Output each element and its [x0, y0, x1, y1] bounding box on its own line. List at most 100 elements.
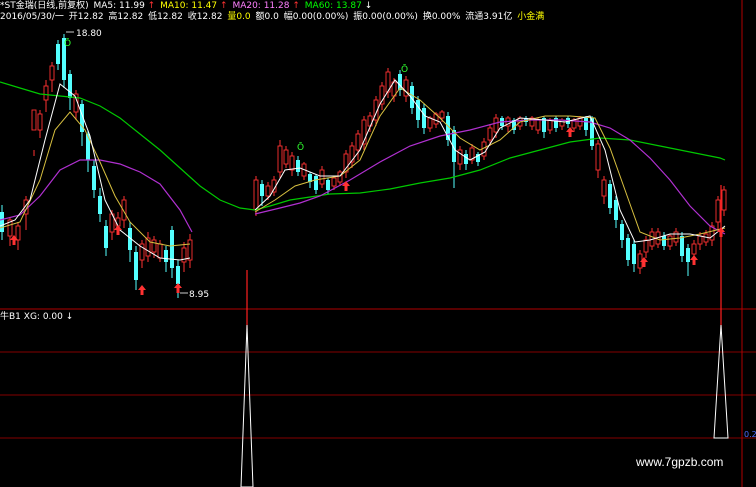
- candle-body: [691, 243, 697, 255]
- candle-body: [277, 145, 283, 173]
- candlestick: [721, 186, 727, 216]
- candlestick: [715, 196, 721, 230]
- candlestick: [343, 150, 349, 178]
- buy-arrow-icon: [174, 283, 182, 293]
- buy-arrow-icon: [342, 181, 350, 191]
- top-marker-icon: Ō: [297, 142, 304, 153]
- candlestick: [337, 170, 343, 186]
- candle-body: [715, 199, 721, 223]
- candle-body: [686, 248, 690, 262]
- candle-body: [422, 108, 426, 128]
- candle-body: [416, 100, 420, 120]
- candlestick: [554, 116, 558, 132]
- candlestick: [73, 90, 79, 120]
- indicator-value: XG: 0.00: [23, 312, 63, 322]
- candle-body: [115, 217, 121, 227]
- candlestick: [134, 246, 138, 290]
- candle-body: [86, 134, 90, 160]
- candlestick: [355, 130, 361, 160]
- candlestick: [595, 140, 601, 178]
- candlestick: [296, 156, 300, 176]
- candle-body: [680, 236, 684, 256]
- candle-body: [608, 184, 612, 208]
- candle-body: [104, 226, 108, 248]
- candlestick-chart[interactable]: Ō Ō Ō 18.80 8.95: [0, 0, 756, 487]
- candle-body: [92, 166, 96, 190]
- candle-body: [721, 189, 727, 211]
- candle-body: [703, 233, 709, 243]
- candlestick: [181, 242, 187, 272]
- candle-body: [662, 236, 666, 246]
- candlestick: [92, 160, 96, 198]
- candle-body: [15, 225, 21, 241]
- low-price-label: 8.95: [189, 290, 209, 300]
- candlestick: [80, 100, 84, 146]
- candlestick: [349, 142, 355, 168]
- ma60-line: [0, 81, 726, 211]
- candle-body: [487, 127, 493, 141]
- buy-arrow-icon: [690, 255, 698, 265]
- candle-body: [187, 239, 193, 261]
- candlestick: [686, 244, 690, 276]
- candlestick: [529, 116, 535, 130]
- candle-body: [331, 177, 337, 187]
- ma10-line: [254, 87, 726, 241]
- candlestick: [319, 166, 325, 188]
- candle-body: [151, 239, 157, 253]
- candlestick: [601, 176, 607, 204]
- candlestick: [476, 152, 480, 166]
- candlestick: [643, 236, 649, 258]
- buy-arrow-icon: [138, 285, 146, 295]
- candlestick: [709, 222, 715, 246]
- indicator-arrow-icon: ↓: [65, 312, 74, 322]
- candlestick: [446, 112, 450, 146]
- candlestick: [187, 234, 193, 268]
- candle-body: [265, 185, 271, 197]
- candlestick: [68, 70, 72, 110]
- candle-body: [289, 155, 295, 171]
- candle-body: [547, 119, 553, 131]
- candlestick: [301, 162, 307, 180]
- candle-body: [56, 44, 60, 64]
- candle-body: [493, 117, 499, 133]
- candlestick: [49, 62, 55, 92]
- candlestick: [662, 232, 666, 250]
- candlestick: [673, 228, 679, 246]
- indicator-header: 牛B1 XG: 0.00 ↓: [0, 311, 73, 323]
- ma5-line: [254, 79, 726, 243]
- watermark: www.7gpzb.com: [636, 455, 724, 469]
- candle-body: [98, 196, 102, 214]
- top-marker-icon: Ō: [64, 38, 71, 49]
- candle-body: [632, 244, 636, 264]
- indicator-axis-label: 0.2: [744, 430, 756, 439]
- candlestick: [542, 116, 546, 138]
- candlestick: [308, 172, 312, 188]
- candlestick: [416, 96, 420, 128]
- candle-body: [601, 179, 607, 197]
- candle-body: [253, 179, 259, 211]
- candle-body: [37, 113, 43, 131]
- candle-body: [326, 180, 330, 190]
- candle-body: [68, 74, 72, 98]
- candle-body: [314, 176, 318, 190]
- candlestick: [620, 220, 624, 248]
- candle-body: [439, 111, 445, 119]
- candlestick: [43, 80, 49, 112]
- candlestick: [626, 234, 630, 266]
- high-price-label: 18.80: [76, 29, 102, 39]
- candlestick: [608, 180, 612, 214]
- candlestick: [632, 240, 636, 272]
- candlestick: [31, 109, 37, 156]
- candle-body: [0, 212, 4, 232]
- candle-body: [283, 149, 289, 165]
- candle-body: [626, 238, 630, 260]
- candle-body: [464, 154, 468, 164]
- candle-body: [176, 266, 180, 284]
- candlestick: [128, 222, 132, 262]
- indicator-name[interactable]: 牛B1: [0, 312, 21, 322]
- candlestick: [469, 144, 475, 164]
- candle-body: [584, 118, 588, 130]
- candlestick: [145, 232, 151, 262]
- candle-body: [31, 109, 37, 131]
- candle-body: [643, 239, 649, 253]
